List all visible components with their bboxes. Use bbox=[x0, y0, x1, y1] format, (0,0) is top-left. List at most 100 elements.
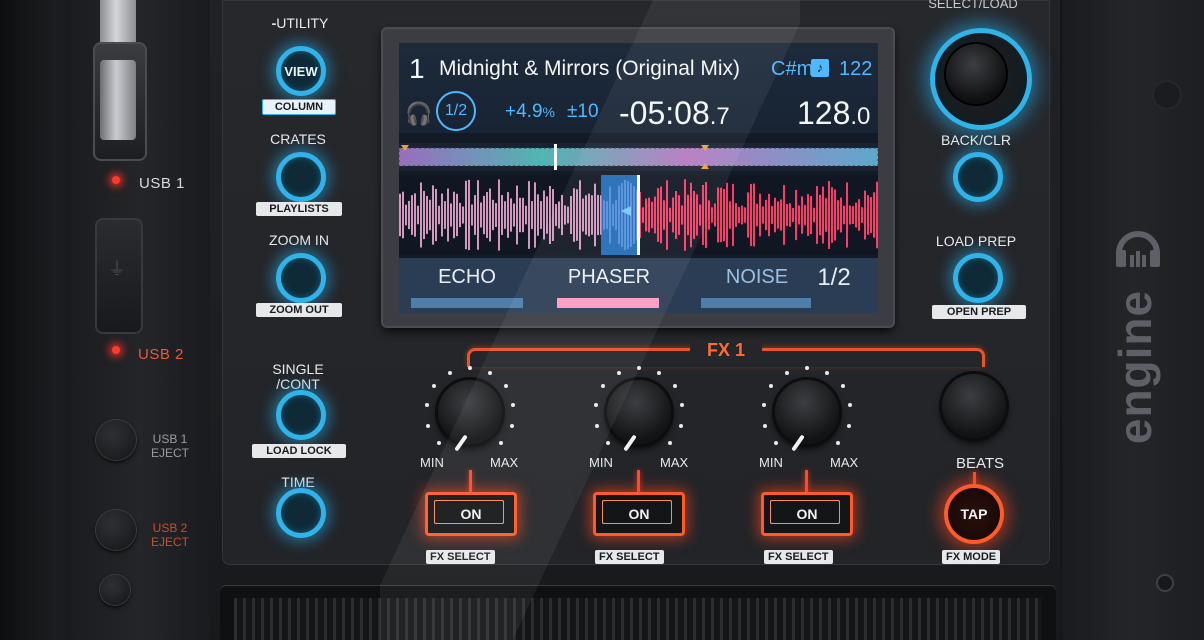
waveform-bar bbox=[588, 193, 590, 237]
on-button-inner-frame bbox=[602, 500, 672, 524]
waveform-bar bbox=[567, 206, 569, 224]
jog-wheel-edge[interactable] bbox=[234, 598, 1042, 640]
waveform-bar bbox=[654, 196, 656, 234]
waveform-bar bbox=[825, 198, 827, 232]
fx-tab-phaser[interactable]: PHASER bbox=[549, 266, 669, 289]
waveform-bar bbox=[537, 194, 539, 236]
waveform-bar bbox=[435, 188, 437, 242]
fx-2-on-button[interactable]: ON bbox=[593, 492, 685, 536]
waveform-bar bbox=[405, 204, 407, 226]
bpm-display: 128.0 bbox=[797, 95, 870, 132]
load-prep-button[interactable] bbox=[953, 253, 1003, 303]
waveform-bar bbox=[852, 206, 854, 224]
fx-knob-3-max: MAX bbox=[830, 455, 859, 470]
usb-2-led bbox=[112, 346, 120, 354]
waveform-bar bbox=[474, 195, 476, 235]
waveform-bar bbox=[543, 190, 545, 240]
knob-scale-dot bbox=[593, 403, 598, 408]
main-waveform[interactable] bbox=[399, 175, 878, 255]
view-button[interactable]: VIEW bbox=[276, 46, 326, 96]
tap-button[interactable]: TAP bbox=[944, 484, 1004, 544]
fx-2-select-label: FX SELECT bbox=[595, 550, 664, 564]
waveform-bar bbox=[669, 207, 671, 223]
time-button[interactable] bbox=[276, 488, 326, 538]
waveform-bar bbox=[438, 205, 440, 225]
fx-unit-title: FX 1 bbox=[690, 340, 762, 361]
fx-3-on-button[interactable]: ON bbox=[761, 492, 853, 536]
waveform-bar bbox=[645, 198, 647, 232]
waveform-bar bbox=[480, 202, 482, 228]
waveform-bar bbox=[579, 180, 581, 250]
waveform-bar bbox=[732, 183, 734, 247]
crates-button[interactable] bbox=[276, 152, 326, 202]
waveform-bar bbox=[687, 194, 689, 236]
display-screen[interactable]: 1 Midnight & Mirrors (Original Mix) C#m … bbox=[399, 43, 878, 313]
waveform-bar bbox=[414, 193, 416, 237]
waveform-bar bbox=[681, 205, 683, 225]
waveform-bar bbox=[423, 190, 425, 240]
waveform-bar bbox=[486, 192, 488, 238]
fx-page-indicator: 1/2 bbox=[817, 264, 851, 291]
fx-knob-2[interactable] bbox=[607, 380, 671, 444]
headphone-jack[interactable] bbox=[100, 575, 130, 605]
waveform-bar bbox=[813, 207, 815, 223]
knob-scale-dot bbox=[426, 423, 431, 428]
waveform-bar bbox=[771, 206, 773, 224]
waveform-bar bbox=[564, 205, 566, 225]
waveform-bar bbox=[672, 197, 674, 233]
knob-scale-dot bbox=[436, 441, 441, 446]
fx-3-select-label: FX SELECT bbox=[764, 550, 833, 564]
waveform-bar bbox=[678, 195, 680, 235]
back-clr-button[interactable] bbox=[953, 152, 1003, 202]
zoom-button[interactable] bbox=[276, 253, 326, 303]
waveform-bar bbox=[711, 207, 713, 223]
fx-echo-level-bar bbox=[411, 298, 523, 308]
fx-knob-3[interactable] bbox=[775, 380, 839, 444]
usb-2-eject-button[interactable] bbox=[96, 510, 136, 550]
waveform-bar bbox=[807, 194, 809, 236]
screw-hole bbox=[1156, 574, 1174, 592]
knob-scale-dot bbox=[773, 441, 778, 446]
waveform-bar bbox=[693, 190, 695, 240]
fx-knob-3-min: MIN bbox=[759, 455, 783, 470]
fx-knob-1[interactable] bbox=[438, 380, 502, 444]
waveform-bar bbox=[837, 200, 839, 230]
fx-1-on-button[interactable]: ON bbox=[425, 492, 517, 536]
waveform-bar bbox=[798, 205, 800, 225]
waveform-bar bbox=[759, 193, 761, 237]
fx-knob-1-min: MIN bbox=[420, 455, 444, 470]
waveform-bar bbox=[456, 193, 458, 237]
fx-tab-echo[interactable]: ECHO bbox=[407, 266, 527, 289]
waveform-bar bbox=[459, 202, 461, 228]
beats-knob[interactable] bbox=[942, 374, 1006, 438]
headphones-icon: 🎧 bbox=[405, 101, 433, 126]
waveform-bar bbox=[492, 199, 494, 231]
pitch-range: ±10 bbox=[567, 101, 599, 122]
usb-1-eject-label: USB 1 EJECT bbox=[140, 432, 200, 460]
waveform-bar bbox=[753, 183, 755, 247]
usb-1-eject-line2: EJECT bbox=[150, 446, 189, 460]
waveform-bar bbox=[549, 185, 551, 245]
knob-scale-dot bbox=[672, 384, 677, 389]
waveform-bar bbox=[465, 180, 467, 250]
usb-1-eject-button[interactable] bbox=[96, 420, 136, 460]
zoom-in-label: ZOOM IN bbox=[269, 232, 329, 248]
waveform-bar bbox=[417, 205, 419, 225]
knob-scale-dot bbox=[761, 403, 766, 408]
zoom-out-label: ZOOM OUT bbox=[256, 303, 342, 317]
waveform-bar bbox=[717, 187, 719, 243]
waveform-bar bbox=[735, 203, 737, 227]
time-decimal: .7 bbox=[709, 103, 730, 130]
single-cont-button[interactable] bbox=[276, 390, 326, 440]
column-label: COLUMN bbox=[262, 99, 336, 115]
fx-mode-label: FX MODE bbox=[942, 550, 1001, 564]
utility-label: -UTILITY bbox=[271, 15, 329, 31]
waveform-bar bbox=[822, 186, 824, 244]
load-prep-label: LOAD PREP bbox=[935, 233, 1017, 249]
loop-indicator: 1/2 bbox=[436, 91, 476, 131]
waveform-bar bbox=[525, 205, 527, 225]
track-overview-waveform[interactable] bbox=[399, 143, 878, 171]
waveform-bar bbox=[510, 198, 512, 232]
waveform-bar bbox=[651, 201, 653, 229]
knob-scale-dot bbox=[824, 370, 829, 375]
